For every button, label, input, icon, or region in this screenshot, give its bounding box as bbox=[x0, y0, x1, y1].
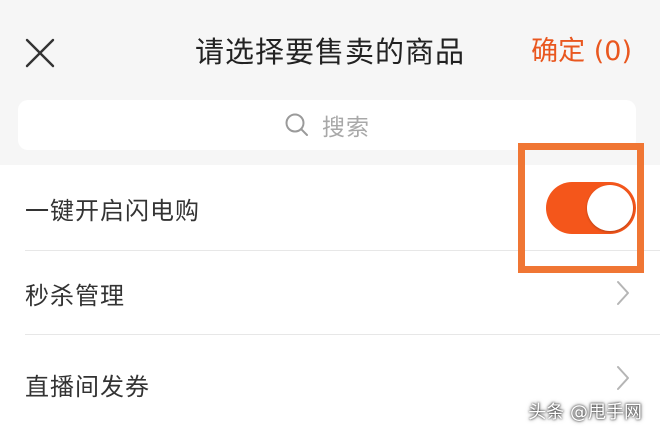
seckill-label: 秒杀管理 bbox=[25, 281, 125, 310]
chevron-right-icon bbox=[617, 281, 629, 305]
close-icon[interactable] bbox=[22, 35, 58, 71]
close-button[interactable] bbox=[22, 35, 58, 71]
search-placeholder: 搜索 bbox=[322, 115, 370, 141]
flash-buy-label: 一键开启闪电购 bbox=[25, 196, 200, 225]
toggle-knob bbox=[587, 185, 633, 231]
seckill-row[interactable]: 秒杀管理 bbox=[0, 251, 660, 335]
search-bar[interactable]: 搜索 bbox=[18, 100, 636, 150]
flash-buy-toggle[interactable] bbox=[546, 182, 636, 234]
chevron-right-icon bbox=[617, 366, 629, 390]
flash-buy-row: 一键开启闪电购 bbox=[0, 165, 660, 251]
live-coupon-row[interactable]: 直播间发券 bbox=[0, 335, 660, 434]
page-header: 请选择要售卖的商品 确定 (0) bbox=[0, 0, 660, 100]
live-coupon-label: 直播间发券 bbox=[25, 373, 150, 401]
confirm-button[interactable]: 确定 (0) bbox=[531, 30, 632, 74]
search-icon bbox=[285, 113, 308, 136]
